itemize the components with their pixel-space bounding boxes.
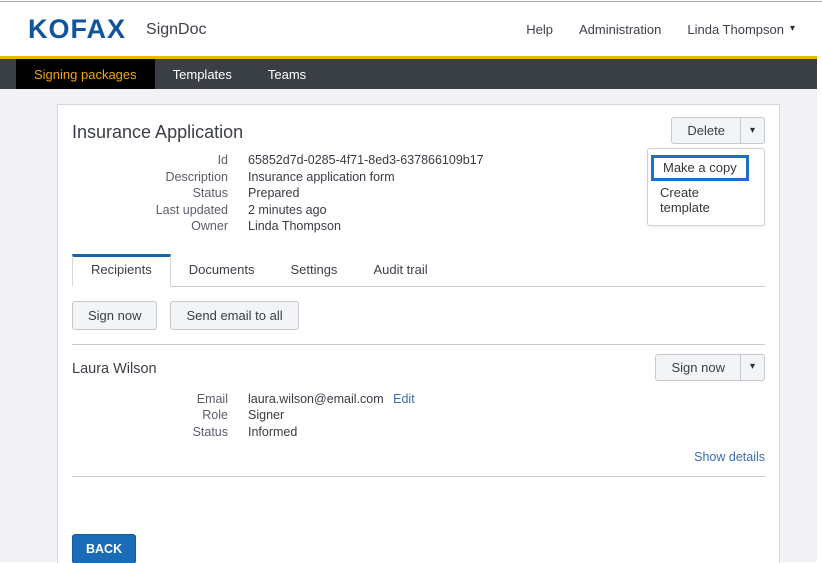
help-link[interactable]: Help <box>526 22 553 37</box>
recipient-section: Laura Wilson Sign now ▾ Email laura.wils… <box>72 344 765 465</box>
recipient-email: laura.wilson@email.com <box>248 392 384 406</box>
package-tabs: Recipients Documents Settings Audit trai… <box>72 253 765 287</box>
nav-tab-templates[interactable]: Templates <box>155 59 250 89</box>
caret-down-icon: ▾ <box>750 126 755 136</box>
package-actions-menu: Make a copy Create template <box>647 148 765 226</box>
app-viewport: KOFAX SignDoc Help Administration Linda … <box>0 2 817 562</box>
highlight-box: Make a copy <box>651 155 749 181</box>
detail-value: Signer <box>248 407 284 424</box>
detail-label: Role <box>72 407 228 424</box>
caret-down-icon: ▾ <box>750 362 755 372</box>
section-divider <box>72 476 765 477</box>
back-button[interactable]: BACK <box>72 534 136 563</box>
recipient-details: Email laura.wilson@email.com Edit Role S… <box>72 391 765 441</box>
recipient-sign-now-split-button: Sign now ▾ <box>655 354 765 381</box>
signing-package-card: Insurance Application Delete ▾ Make a co… <box>57 104 780 563</box>
menu-item-make-a-copy[interactable]: Make a copy <box>648 153 764 181</box>
sign-now-button[interactable]: Sign now <box>72 301 157 330</box>
recipient-name: Laura Wilson <box>72 354 157 377</box>
recipient-foot: Show details <box>72 450 765 464</box>
header-links: Help Administration Linda Thompson ▾ <box>526 22 795 37</box>
delete-dropdown-toggle[interactable]: ▾ <box>741 117 765 144</box>
recipients-actions: Sign now Send email to all <box>72 301 765 330</box>
nav-tab-teams[interactable]: Teams <box>250 59 324 89</box>
delete-split-button: Delete ▾ <box>671 117 765 144</box>
detail-row-email: Email laura.wilson@email.com Edit <box>72 391 765 408</box>
detail-value: 2 minutes ago <box>248 202 327 219</box>
detail-label: Status <box>72 185 228 202</box>
show-details-link[interactable]: Show details <box>694 450 765 464</box>
back-row: BACK <box>72 534 765 563</box>
recipient-sign-now-button[interactable]: Sign now <box>655 354 740 381</box>
tab-audit-trail[interactable]: Audit trail <box>355 254 445 287</box>
detail-label: Id <box>72 152 228 169</box>
recipient-head: Laura Wilson Sign now ▾ <box>72 354 765 381</box>
detail-value: 65852d7d-0285-4f71-8ed3-637866109b17 <box>248 152 484 169</box>
menu-item-create-template[interactable]: Create template <box>648 181 764 219</box>
detail-row-recipient-status: Status Informed <box>72 424 765 441</box>
delete-button-group: Delete ▾ Make a copy Create template <box>671 117 765 144</box>
delete-button[interactable]: Delete <box>671 117 741 144</box>
detail-value: Linda Thompson <box>248 218 341 235</box>
app-header: KOFAX SignDoc Help Administration Linda … <box>0 2 817 56</box>
detail-value: Insurance application form <box>248 169 395 186</box>
detail-label: Email <box>72 391 228 408</box>
detail-label: Description <box>72 169 228 186</box>
edit-email-link[interactable]: Edit <box>393 392 415 406</box>
detail-value: Informed <box>248 424 297 441</box>
detail-value: laura.wilson@email.com Edit <box>248 391 415 408</box>
card-head: Insurance Application Delete ▾ Make a co… <box>72 117 765 144</box>
detail-row-role: Role Signer <box>72 407 765 424</box>
tab-recipients[interactable]: Recipients <box>72 254 171 287</box>
detail-label: Last updated <box>72 202 228 219</box>
administration-link[interactable]: Administration <box>579 22 661 37</box>
kofax-logo: KOFAX <box>28 14 126 45</box>
user-menu[interactable]: Linda Thompson ▾ <box>687 22 795 37</box>
main-nav: Signing packages Templates Teams <box>0 56 817 89</box>
tab-documents[interactable]: Documents <box>171 254 273 287</box>
nav-tab-signing-packages[interactable]: Signing packages <box>16 59 155 89</box>
detail-label: Status <box>72 424 228 441</box>
tab-settings[interactable]: Settings <box>272 254 355 287</box>
send-email-to-all-button[interactable]: Send email to all <box>170 301 298 330</box>
caret-down-icon: ▾ <box>790 24 795 34</box>
main-area: Insurance Application Delete ▾ Make a co… <box>0 89 817 562</box>
user-name: Linda Thompson <box>687 22 784 37</box>
recipient-sign-now-dropdown-toggle[interactable]: ▾ <box>741 354 765 381</box>
product-name: SignDoc <box>146 21 206 39</box>
detail-label: Owner <box>72 218 228 235</box>
detail-value: Prepared <box>248 185 299 202</box>
page-title: Insurance Application <box>72 117 243 143</box>
